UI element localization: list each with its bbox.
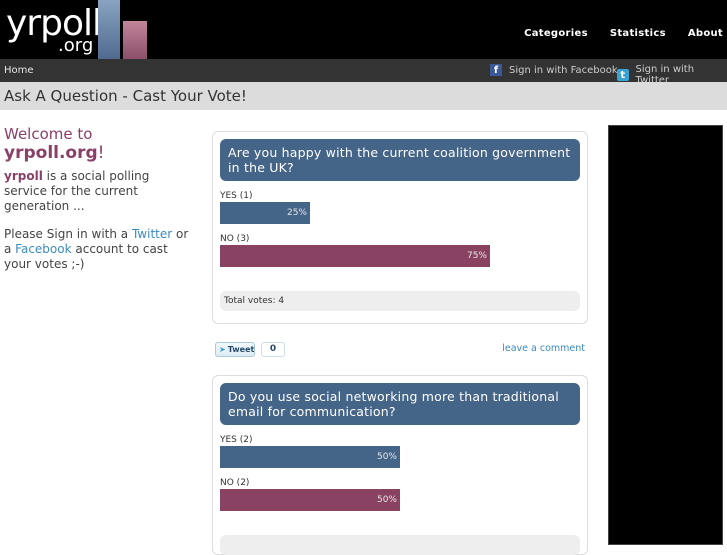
signin-prompt: Please Sign in with a Twitter or a Faceb… <box>4 227 194 272</box>
twitter-icon: t <box>617 69 629 81</box>
leave-comment-link[interactable]: leave a comment <box>502 343 585 354</box>
poll-card: Are you happy with the current coalition… <box>212 131 588 324</box>
tweet-button[interactable]: ➤ Tweet <box>215 342 255 357</box>
nav-categories[interactable]: Categories <box>524 28 588 39</box>
welcome-site-name: yrpoll.org <box>4 143 98 163</box>
page-title: Ask A Question - Cast Your Vote! <box>4 87 247 105</box>
result-bar-no[interactable]: 50% <box>220 489 400 511</box>
ad-panel <box>608 125 723 545</box>
welcome-description: yrpoll is a social polling service for t… <box>4 169 194 214</box>
signin-facebook-link[interactable]: f Sign in with Facebook <box>490 64 618 76</box>
tweet-count: 0 <box>261 342 285 357</box>
logo-tld: .org <box>58 35 94 56</box>
signin-prompt-pre: Please Sign in with a <box>4 227 132 241</box>
result-percent: 75% <box>466 251 487 261</box>
social-row: ➤ Tweet 0 leave a comment <box>215 342 585 358</box>
welcome-panel: Welcome to yrpoll.org! yrpoll is a socia… <box>4 126 194 272</box>
logo-bar-pink <box>123 21 147 59</box>
option-label-no: NO (2) <box>220 478 250 488</box>
result-percent: 50% <box>376 452 397 462</box>
result-bar-yes[interactable]: 25% <box>220 202 310 224</box>
facebook-icon: f <box>490 64 502 76</box>
top-header: yrpoll .org Categories Statistics About <box>0 0 727 59</box>
option-label-yes: YES (1) <box>220 191 253 201</box>
logo-bar-blue <box>98 0 120 59</box>
total-votes: Total votes: 4 <box>220 291 580 311</box>
poll-question[interactable]: Are you happy with the current coalition… <box>220 139 580 181</box>
sub-header: Home f Sign in with Facebook t Sign in w… <box>0 59 727 86</box>
welcome-heading: Welcome to <box>4 125 93 143</box>
result-bar-no[interactable]: 75% <box>220 245 490 267</box>
tweet-label: Tweet <box>227 345 255 354</box>
result-bar-yes[interactable]: 50% <box>220 446 400 468</box>
brand-name: yrpoll <box>4 169 43 183</box>
nav-statistics[interactable]: Statistics <box>610 28 666 39</box>
result-percent: 25% <box>286 208 307 218</box>
welcome-site: yrpoll.org! <box>4 143 194 163</box>
facebook-link[interactable]: Facebook <box>15 242 71 256</box>
total-votes <box>220 535 580 555</box>
twitter-bird-icon: ➤ <box>219 345 226 354</box>
poll-question[interactable]: Do you use social networking more than t… <box>220 383 580 425</box>
nav-about[interactable]: About <box>688 28 723 39</box>
twitter-link[interactable]: Twitter <box>132 227 172 241</box>
page-title-bar: Ask A Question - Cast Your Vote! <box>0 82 727 110</box>
home-link[interactable]: Home <box>4 65 34 76</box>
poll-card: Do you use social networking more than t… <box>212 375 588 555</box>
option-label-yes: YES (2) <box>220 435 253 445</box>
welcome-bang: ! <box>97 143 105 163</box>
main-nav: Categories Statistics About <box>524 28 727 39</box>
result-percent: 50% <box>376 495 397 505</box>
signin-facebook-label: Sign in with Facebook <box>509 64 618 76</box>
option-label-no: NO (3) <box>220 234 250 244</box>
